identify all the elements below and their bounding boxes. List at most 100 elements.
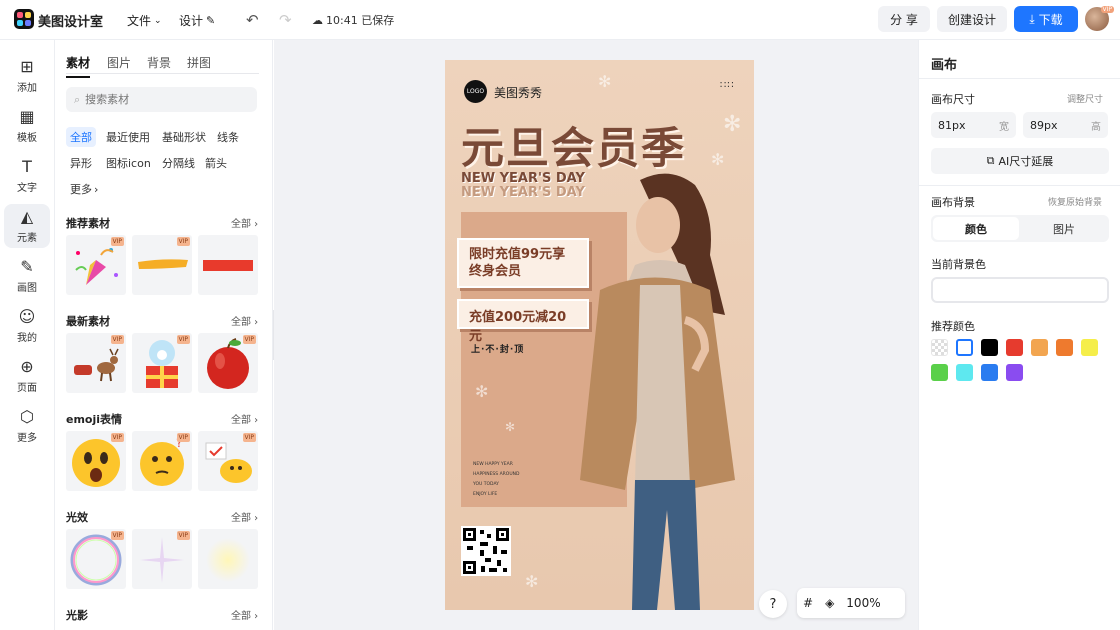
poster-brand: 美图秀秀: [494, 86, 543, 100]
asset-red-apple[interactable]: VIP: [198, 333, 258, 393]
search-box[interactable]: ⌕: [66, 87, 257, 112]
tab-materials[interactable]: 素材: [66, 54, 91, 78]
tab-image[interactable]: 图片: [1021, 217, 1107, 240]
add-icon: ⊞: [20, 57, 34, 76]
search-icon: ⌕: [74, 92, 81, 106]
help-button[interactable]: ?: [759, 590, 787, 618]
color-swatch[interactable]: [1031, 339, 1048, 356]
design-menu[interactable]: 设计 ✎: [179, 12, 215, 29]
nav-more[interactable]: ⬡ 更多: [4, 404, 50, 448]
chip-lines[interactable]: 线条: [213, 127, 243, 147]
section-more-emoji[interactable]: 全部 ›: [231, 411, 258, 426]
ai-extend-label: AI尺寸延展: [998, 155, 1054, 168]
color-swatch[interactable]: [956, 339, 973, 356]
nav-template[interactable]: ▦ 模板: [4, 104, 50, 148]
asset-panel: 素材 图片 背景 拼图 ⌕ 全部 最近使用 基础形状 线条 异形 图标icon …: [55, 40, 273, 630]
snowflake-icon: ✻: [525, 572, 539, 591]
reset-bg-link[interactable]: 恢复原始背景: [1048, 195, 1102, 208]
chip-recent[interactable]: 最近使用: [102, 127, 154, 147]
chip-irregular[interactable]: 异形: [66, 153, 96, 173]
red-bar-icon: [203, 260, 253, 271]
share-button[interactable]: 分 享: [878, 6, 930, 32]
tab-backgrounds[interactable]: 背景: [147, 54, 171, 71]
section-more-latest[interactable]: 全部 ›: [231, 313, 258, 328]
snowflake-icon: ✻: [475, 382, 489, 401]
layers-icon[interactable]: ◈: [825, 596, 834, 610]
color-swatch[interactable]: [981, 339, 998, 356]
app-name[interactable]: 美图设计室: [38, 11, 103, 30]
asset-sparkle[interactable]: VIP: [132, 529, 192, 589]
nav-mine[interactable]: ☺ 我的: [4, 304, 50, 348]
file-menu[interactable]: 文件 ⌄: [127, 12, 162, 29]
vip-badge: VIP: [110, 433, 124, 442]
asset-confetti-popper[interactable]: VIP: [66, 235, 126, 295]
asset-shocked-emoji[interactable]: VIP: [66, 431, 126, 491]
vip-badge: VIP: [176, 433, 190, 442]
tab-images[interactable]: 图片: [107, 54, 131, 71]
resize-link[interactable]: 调整尺寸: [1067, 92, 1103, 105]
vip-badge: VIP: [176, 335, 190, 344]
nav-draw[interactable]: ✎ 画图: [4, 254, 50, 298]
poster-dots: ∷∷: [720, 80, 735, 91]
asset-rainbow-bubble[interactable]: VIP: [66, 529, 126, 589]
nav-elements[interactable]: ◭ 元素: [4, 204, 50, 248]
chip-icons[interactable]: 图标icon: [102, 153, 155, 173]
tab-color[interactable]: 颜色: [933, 217, 1019, 240]
asset-thinking-emoji[interactable]: VIP ?: [132, 431, 192, 491]
ai-extend-button[interactable]: ⧉ AI尺寸延展: [931, 148, 1109, 174]
more-icon: ⬡: [20, 407, 34, 426]
edit-icon: ✎: [206, 14, 216, 27]
color-swatch[interactable]: [931, 364, 948, 381]
canvas-bg-label: 画布背景: [931, 196, 975, 209]
color-swatch[interactable]: [931, 339, 948, 356]
nav-text[interactable]: T 文字: [4, 154, 50, 198]
snowflake-icon: ✻: [598, 72, 612, 91]
chip-more[interactable]: 更多 ›: [66, 179, 102, 199]
create-design-button[interactable]: 创建设计: [937, 6, 1007, 32]
asset-soft-light[interactable]: [198, 529, 258, 589]
poster-slogan: 上·不·封·顶: [471, 345, 525, 355]
nav-draw-label: 画图: [17, 283, 37, 294]
grid-icon[interactable]: #: [803, 596, 813, 610]
section-title-light-effects: 光效: [66, 511, 88, 524]
zoom-level[interactable]: 100%: [846, 596, 880, 610]
chip-dividers[interactable]: 分隔线: [158, 153, 199, 173]
nav-pages[interactable]: ⊕ 页面: [4, 354, 50, 398]
asset-snow-globe[interactable]: VIP: [132, 333, 192, 393]
chip-arrows[interactable]: 箭头: [201, 153, 231, 173]
vip-badge: VIP: [110, 531, 124, 540]
download-button[interactable]: ⤓ 下载: [1014, 6, 1078, 32]
draw-icon: ✎: [20, 257, 34, 276]
glow-icon: [206, 538, 250, 582]
section-more-recommended[interactable]: 全部 ›: [231, 215, 258, 230]
app-logo-icon[interactable]: [14, 9, 34, 29]
nav-add[interactable]: ⊞ 添加: [4, 54, 50, 98]
color-swatch[interactable]: [981, 364, 998, 381]
undo-icon[interactable]: ↶: [246, 11, 259, 29]
redo-icon[interactable]: ↷: [279, 11, 292, 29]
asset-chick-emoji[interactable]: VIP: [198, 431, 258, 491]
color-swatch[interactable]: [956, 364, 973, 381]
tab-collage[interactable]: 拼图: [187, 54, 211, 71]
height-field[interactable]: 89px 高: [1023, 112, 1108, 138]
color-swatch[interactable]: [1056, 339, 1073, 356]
current-bg-color[interactable]: [931, 277, 1109, 303]
chip-basic-shapes[interactable]: 基础形状: [158, 127, 210, 147]
vip-badge: VIP: [242, 335, 256, 344]
chip-all[interactable]: 全部: [66, 127, 96, 147]
section-more-light-effects[interactable]: 全部 ›: [231, 509, 258, 524]
search-input[interactable]: [85, 93, 236, 106]
asset-reindeer-sleigh[interactable]: VIP: [66, 333, 126, 393]
color-swatch[interactable]: [1006, 339, 1023, 356]
poster-logo: LOGO: [464, 80, 487, 103]
section-more-light-shadow[interactable]: 全部 ›: [231, 607, 258, 622]
width-field[interactable]: 81px 宽: [931, 112, 1016, 138]
poster[interactable]: LOGO 美图秀秀 ∷∷ ✻ ✻ ✻ 元旦会员季 NEW YEAR'S DAY …: [445, 60, 754, 610]
color-swatch[interactable]: [1006, 364, 1023, 381]
asset-yellow-brush[interactable]: VIP: [132, 235, 192, 295]
avatar[interactable]: VIP: [1085, 6, 1114, 31]
nav-text-label: 文字: [17, 183, 37, 194]
color-swatch[interactable]: [1081, 339, 1098, 356]
design-menu-label: 设计: [179, 14, 204, 28]
asset-red-bar[interactable]: [198, 235, 258, 295]
